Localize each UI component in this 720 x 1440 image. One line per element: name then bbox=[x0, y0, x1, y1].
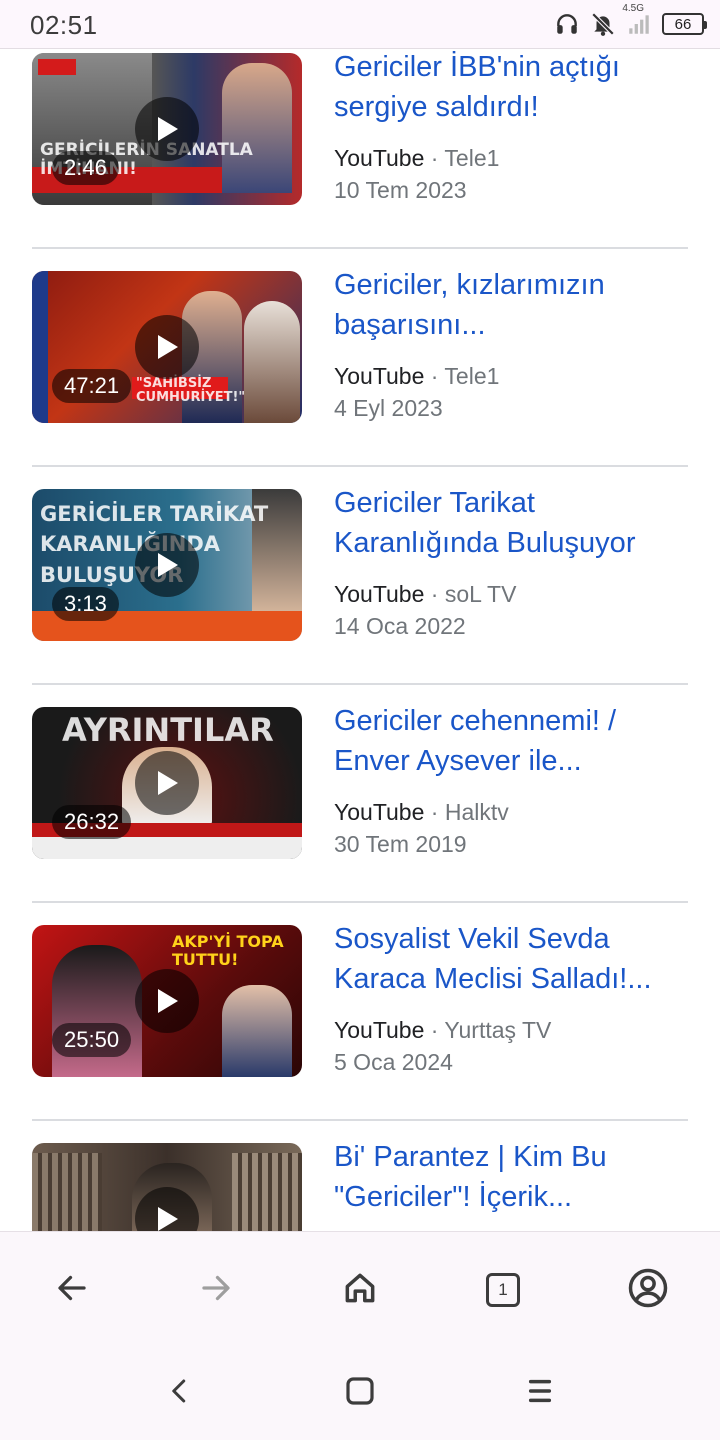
play-icon[interactable] bbox=[135, 315, 199, 379]
system-back-button[interactable] bbox=[158, 1371, 202, 1415]
video-title-link[interactable]: Sosyalist Vekil Sevda Karaca Meclisi Sal… bbox=[334, 919, 684, 999]
video-channel: Yurttaş TV bbox=[444, 1017, 552, 1043]
play-icon[interactable] bbox=[135, 751, 199, 815]
system-home-button[interactable] bbox=[338, 1371, 382, 1415]
home-icon bbox=[341, 1269, 379, 1312]
forward-button[interactable] bbox=[194, 1268, 238, 1312]
video-date: 30 Tem 2019 bbox=[334, 831, 467, 857]
video-result[interactable]: AKP'Yİ TOPA TUTTU! 25:50 Sosyalist Vekil… bbox=[32, 903, 688, 1121]
video-duration: 25:50 bbox=[52, 1023, 132, 1057]
video-duration: 47:21 bbox=[52, 369, 132, 403]
video-thumbnail[interactable]: AYRINTILAR 26:32 bbox=[32, 707, 302, 859]
status-icons: 66 bbox=[554, 8, 707, 40]
video-thumbnail[interactable] bbox=[32, 1143, 302, 1231]
nav-back-icon bbox=[165, 1376, 195, 1411]
video-title-link[interactable]: Gericiler, kızlarımızın başarısını... bbox=[334, 265, 684, 345]
thumbnail-caption: AYRINTILAR bbox=[62, 711, 274, 749]
thumbnail-caption: "SAHİBSİZ CUMHURİYET!" bbox=[136, 376, 246, 406]
video-meta: YouTube · Halktv bbox=[334, 799, 509, 825]
video-title-link[interactable]: Gericiler İBB'nin açtığı sergiye saldırd… bbox=[334, 49, 684, 127]
video-thumbnail[interactable]: GERİCİLER TARİKAT KARANLIĞINDA BULUŞUYOR… bbox=[32, 489, 302, 641]
back-button[interactable] bbox=[50, 1268, 94, 1312]
video-title-link[interactable]: Gericiler cehennemi! / Enver Aysever ile… bbox=[334, 701, 684, 781]
nav-recents-icon bbox=[524, 1375, 556, 1412]
home-button[interactable] bbox=[338, 1268, 382, 1312]
video-channel: Tele1 bbox=[444, 363, 500, 389]
video-title-link[interactable]: Gericiler Tarikat Karanlığında Buluşuyor bbox=[334, 483, 684, 563]
bell-off-icon bbox=[590, 11, 616, 37]
tab-count: 1 bbox=[486, 1273, 520, 1307]
play-icon[interactable] bbox=[135, 97, 199, 161]
arrow-left-icon bbox=[54, 1270, 90, 1311]
system-recents-button[interactable] bbox=[518, 1371, 562, 1415]
video-duration: 2:46 bbox=[52, 151, 119, 185]
account-button[interactable] bbox=[626, 1268, 670, 1312]
signal-icon bbox=[626, 11, 652, 37]
system-navigation-bar bbox=[0, 1343, 720, 1440]
video-channel: soL TV bbox=[444, 581, 517, 607]
video-duration: 26:32 bbox=[52, 805, 132, 839]
video-date: 10 Tem 2023 bbox=[334, 177, 467, 203]
account-icon bbox=[627, 1267, 669, 1314]
video-title-link[interactable]: Bi' Parantez | Kim Bu "Gericiler"! İçeri… bbox=[334, 1137, 684, 1217]
video-result[interactable]: GERİCİLER TARİKAT KARANLIĞINDA BULUŞUYOR… bbox=[32, 467, 688, 685]
video-result[interactable]: "SAHİBSİZ CUMHURİYET!" 47:21 Gericiler, … bbox=[32, 249, 688, 467]
video-channel: Halktv bbox=[444, 799, 509, 825]
battery-level: 66 bbox=[674, 15, 692, 33]
video-source: YouTube bbox=[334, 581, 425, 607]
video-duration: 3:13 bbox=[52, 587, 119, 621]
video-meta: YouTube · Tele1 bbox=[334, 363, 500, 389]
video-result[interactable]: GERİCİLERİN SANATLA İMTİHANI! 2:46 Geric… bbox=[32, 49, 688, 249]
battery-icon: 66 bbox=[662, 13, 707, 35]
video-date: 14 Oca 2022 bbox=[334, 613, 466, 639]
video-source: YouTube bbox=[334, 799, 425, 825]
video-thumbnail[interactable]: "SAHİBSİZ CUMHURİYET!" 47:21 bbox=[32, 271, 302, 423]
tab-switcher-button[interactable]: 1 bbox=[481, 1268, 525, 1312]
video-source: YouTube bbox=[334, 363, 425, 389]
status-time: 02:51 bbox=[30, 10, 98, 40]
video-results-list: GERİCİLERİN SANATLA İMTİHANI! 2:46 Geric… bbox=[0, 49, 720, 1231]
video-channel: Tele1 bbox=[444, 145, 500, 171]
status-bar: 02:51 4.5G 66 bbox=[0, 0, 720, 49]
video-meta: YouTube · Tele1 bbox=[334, 145, 500, 171]
video-thumbnail[interactable]: AKP'Yİ TOPA TUTTU! 25:50 bbox=[32, 925, 302, 1077]
video-meta: YouTube · Yurttaş TV bbox=[334, 1017, 552, 1043]
video-meta: YouTube · soL TV bbox=[334, 581, 517, 607]
video-date: 5 Oca 2024 bbox=[334, 1049, 453, 1075]
nav-home-icon bbox=[344, 1375, 376, 1412]
video-thumbnail[interactable]: GERİCİLERİN SANATLA İMTİHANI! 2:46 bbox=[32, 53, 302, 205]
video-source: YouTube bbox=[334, 145, 425, 171]
headphones-icon bbox=[554, 11, 580, 37]
play-icon[interactable] bbox=[135, 969, 199, 1033]
browser-toolbar: 1 bbox=[0, 1231, 720, 1344]
video-result[interactable]: Bi' Parantez | Kim Bu "Gericiler"! İçeri… bbox=[32, 1121, 688, 1231]
arrow-right-icon bbox=[198, 1270, 234, 1311]
video-result[interactable]: AYRINTILAR 26:32 Gericiler cehennemi! / … bbox=[32, 685, 688, 903]
thumbnail-caption: AKP'Yİ TOPA TUTTU! bbox=[172, 932, 284, 969]
play-icon[interactable] bbox=[135, 533, 199, 597]
video-date: 4 Eyl 2023 bbox=[334, 395, 443, 421]
video-source: YouTube bbox=[334, 1017, 425, 1043]
